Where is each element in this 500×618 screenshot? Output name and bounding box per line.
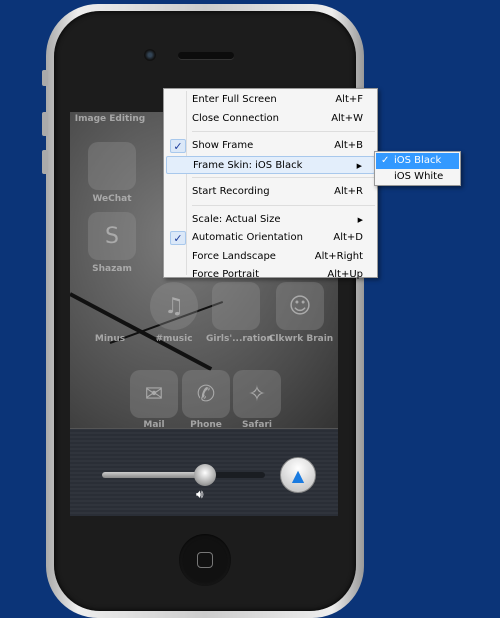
menu-item[interactable]: Frame Skin: iOS Black ▶ xyxy=(166,155,375,174)
menu-item-label: Enter Full Screen xyxy=(192,94,277,105)
menu-item[interactable]: Close Connection Alt+W xyxy=(166,110,375,129)
app-label: Girls'...ration xyxy=(206,334,273,344)
volume-knob[interactable] xyxy=(193,464,216,486)
menu-item-label: Show Frame xyxy=(192,140,254,151)
app-label: WeChat xyxy=(92,194,132,204)
menu-item-label: Close Connection xyxy=(192,112,280,124)
volume-down-button xyxy=(42,150,48,174)
check-icon: ✓ xyxy=(381,155,390,166)
menu-item[interactable]: Force Landscape Alt+Right xyxy=(166,248,375,267)
menu-item[interactable]: Enter Full Screen Alt+F xyxy=(166,91,375,110)
app-icon-clkwrk-brain[interactable]: ☺ xyxy=(276,282,324,330)
app-icon-shazam[interactable]: S xyxy=(88,212,136,260)
app-label: Shazam xyxy=(92,264,132,274)
volume-up-button xyxy=(42,112,48,136)
submenu-arrow-icon: ▶ xyxy=(357,215,363,224)
app-label: Minus xyxy=(94,334,126,344)
menu-item-shortcut: Alt+F xyxy=(335,94,363,105)
menu-item-shortcut: Alt+D xyxy=(333,232,363,243)
phone-icon[interactable]: ✆ xyxy=(182,370,230,418)
camera xyxy=(144,49,156,61)
submenu-item-label: iOS White xyxy=(394,171,444,182)
submenu-item[interactable]: iOS White xyxy=(376,169,459,185)
menu-item-shortcut: Alt+B xyxy=(334,140,363,151)
menu-item-label: Frame Skin: iOS Black xyxy=(193,159,303,171)
app-icon-music[interactable]: ♫ xyxy=(150,282,198,330)
app-icon-girls[interactable] xyxy=(212,282,260,330)
app-label: Image Editing xyxy=(74,114,146,124)
menu-item-label: Scale: Actual Size xyxy=(192,213,281,225)
app-icon-wechat[interactable] xyxy=(88,142,136,190)
app-label: Clkwrk Brain xyxy=(268,334,334,344)
airplay-icon[interactable]: ▲ xyxy=(280,457,316,493)
menu-item-label: Force Portrait xyxy=(192,269,259,280)
menu-item[interactable]: Start Recording Alt+R xyxy=(166,183,375,202)
menu-item[interactable]: ✓ Automatic Orientation Alt+D xyxy=(166,229,375,248)
app-label: #music xyxy=(155,334,193,344)
menu-item-label: Start Recording xyxy=(192,186,270,197)
submenu-item[interactable]: ✓ iOS Black xyxy=(376,153,459,169)
menu-item-shortcut: Alt+Up xyxy=(327,269,363,280)
volume-slider[interactable] xyxy=(102,464,265,486)
check-icon: ✓ xyxy=(170,139,186,153)
submenu-item-label: iOS Black xyxy=(394,155,442,166)
context-menu: Enter Full Screen Alt+F Close Connection Al… xyxy=(163,88,378,280)
menu-item[interactable]: Force Portrait Alt+Up xyxy=(166,266,375,285)
home-button[interactable] xyxy=(179,534,231,586)
frame-skin-submenu: ✓ iOS Black iOS White xyxy=(374,151,461,186)
check-icon: ✓ xyxy=(170,231,186,245)
safari-icon[interactable]: ✧ xyxy=(233,370,281,418)
submenu-arrow-icon: ▶ xyxy=(356,161,362,170)
speaker xyxy=(178,52,234,59)
menu-item[interactable]: Scale: Actual Size ▶ xyxy=(166,211,375,230)
menu-item-shortcut: Alt+W xyxy=(331,112,363,124)
multitask-bar: 🔊︎ ▲ xyxy=(70,428,338,516)
menu-item-label: Force Landscape xyxy=(192,250,276,262)
menu-item-shortcut: Alt+R xyxy=(334,186,363,197)
mute-switch xyxy=(42,70,48,86)
volume-fill xyxy=(102,472,205,478)
menu-item[interactable]: ✓ Show Frame Alt+B xyxy=(166,137,375,156)
menu-item-label: Automatic Orientation xyxy=(192,232,303,243)
speaker-icon: 🔊︎ xyxy=(196,487,204,501)
mail-icon[interactable]: ✉ xyxy=(130,370,178,418)
menu-item-shortcut: Alt+Right xyxy=(314,250,363,262)
